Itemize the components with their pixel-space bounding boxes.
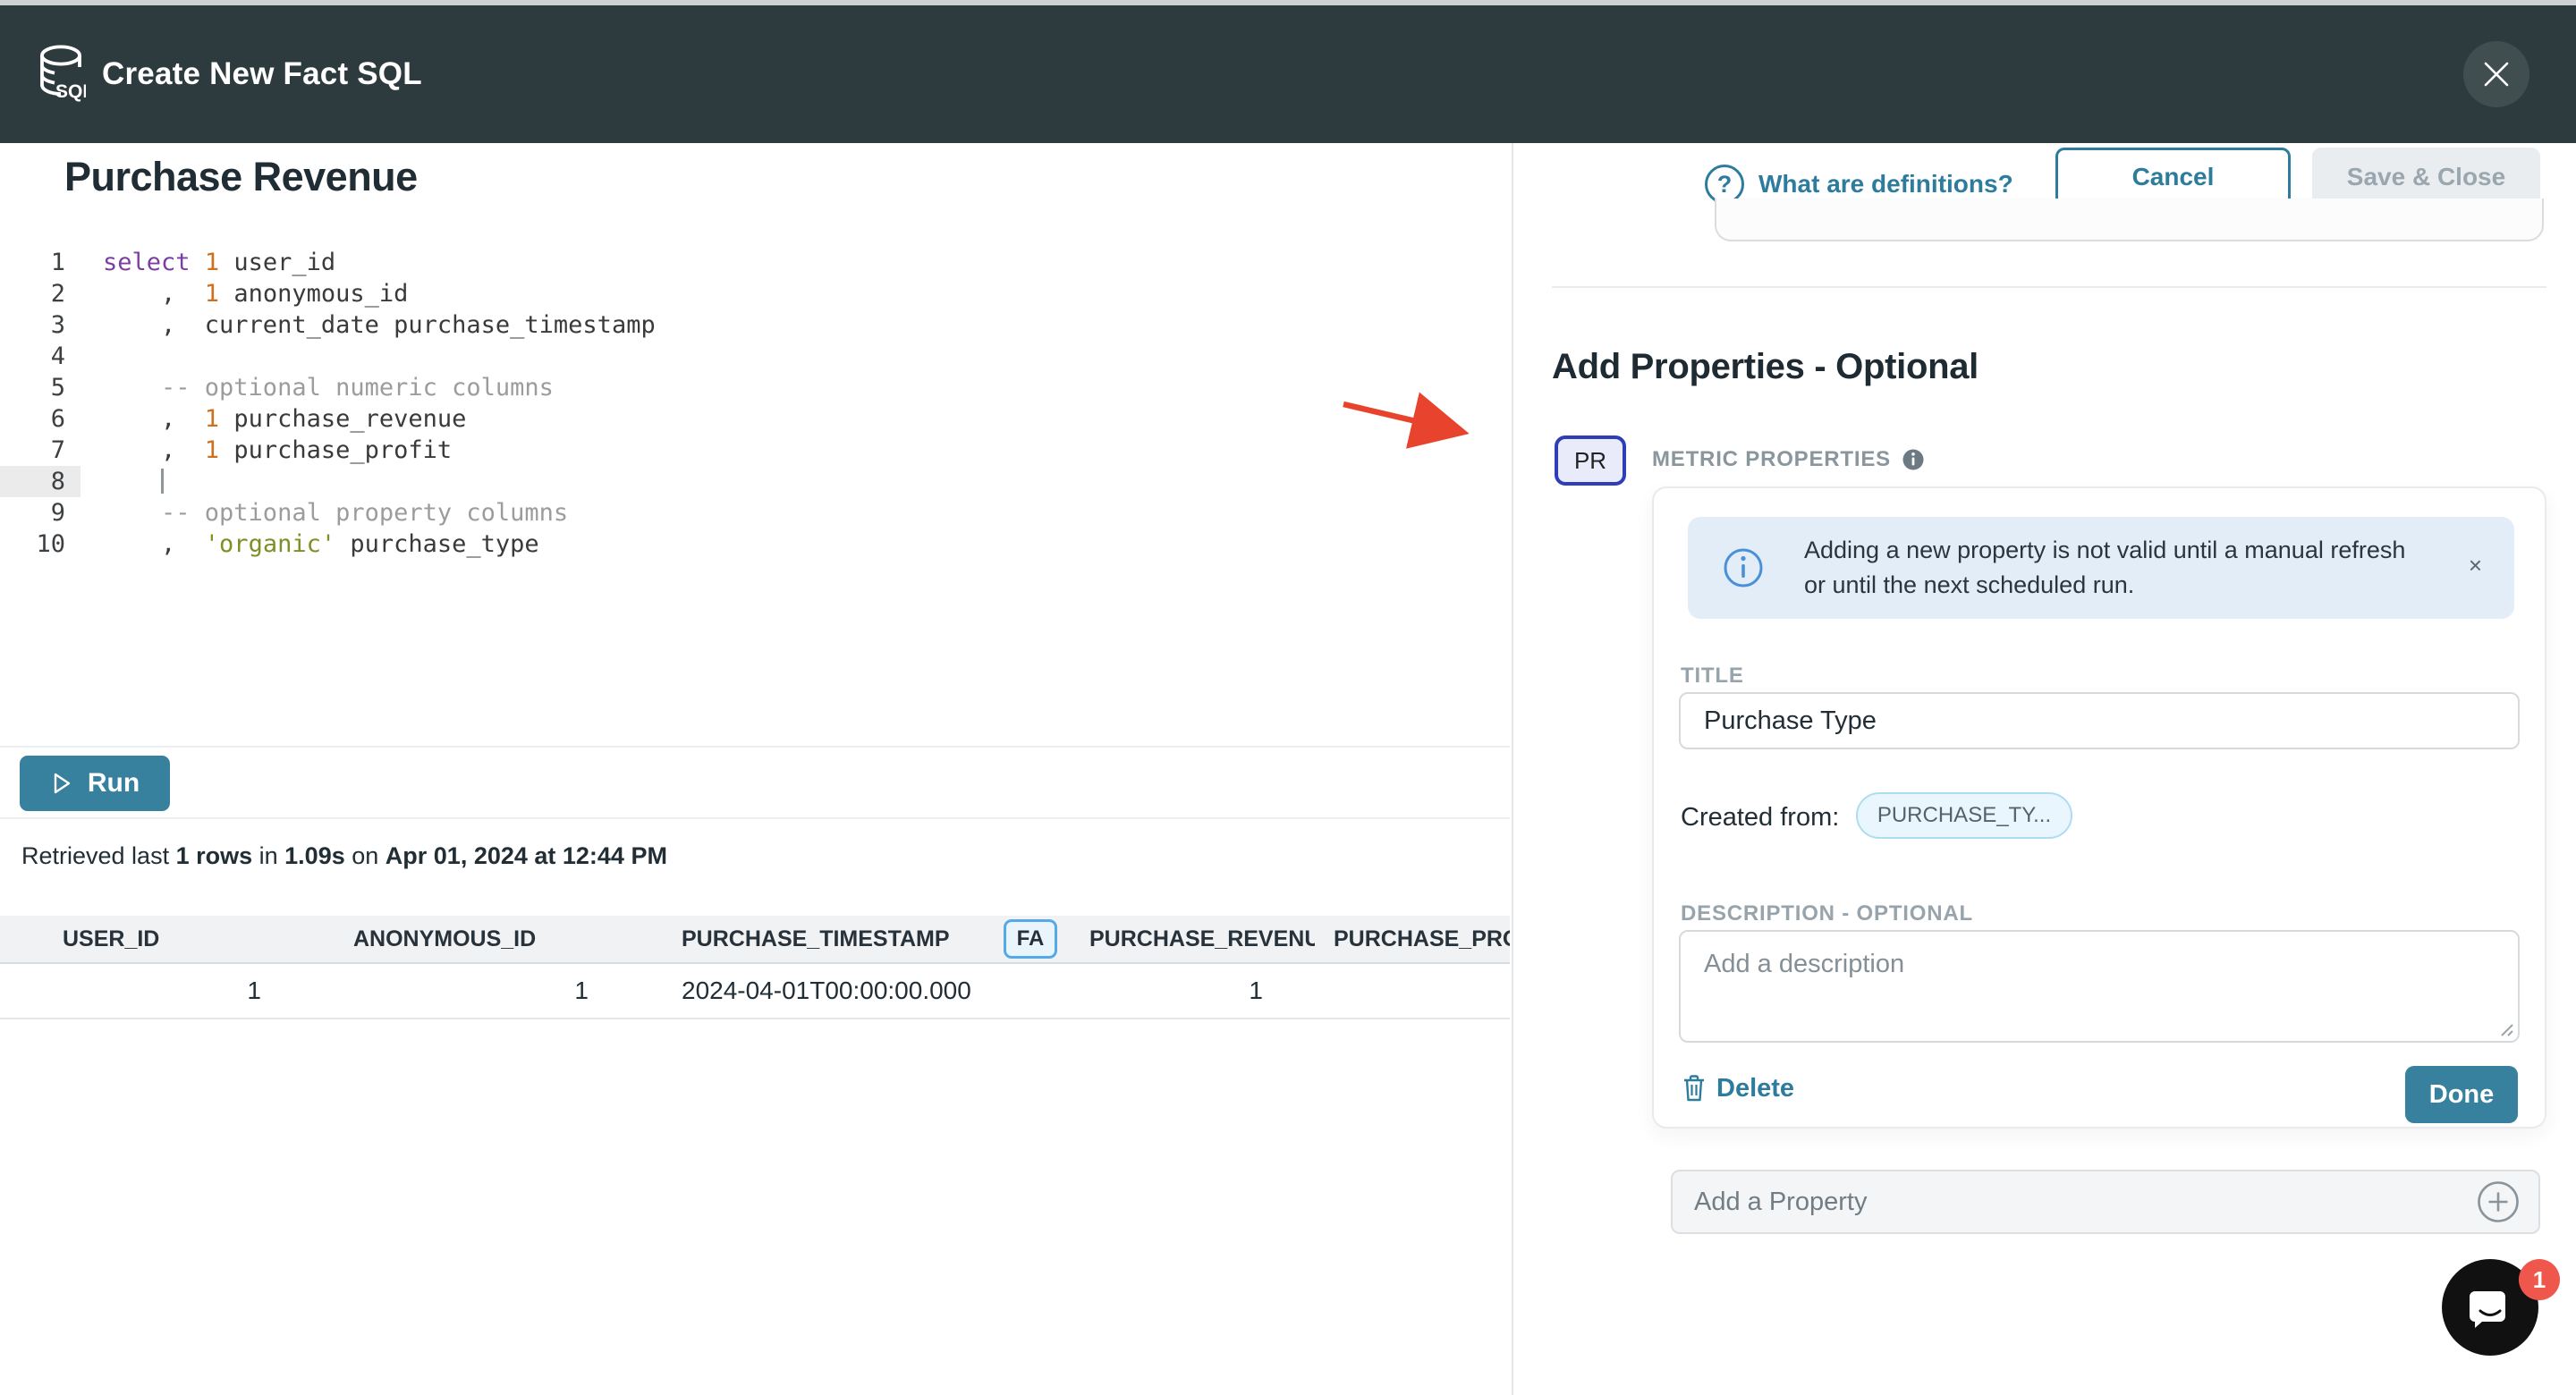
page-title: Purchase Revenue xyxy=(64,154,418,200)
line-number-gutter: 1 2 3 4 5 6 7 8 9 10 xyxy=(0,240,80,746)
close-button[interactable] xyxy=(2463,41,2529,107)
created-from-label: Created from: xyxy=(1681,803,1839,833)
close-icon xyxy=(2481,59,2512,89)
title-label: TITLE xyxy=(1681,664,1744,689)
col-header-purchase-timestamp: PURCHASE_TIMESTAMP xyxy=(603,926,986,952)
code-line: , current_date purchase_timestamp xyxy=(103,309,1510,341)
delete-property-button[interactable]: Delete xyxy=(1681,1073,1794,1103)
status-line: Retrieved last 1 rows in 1.09s on Apr 01… xyxy=(21,842,667,870)
line-number: 2 xyxy=(0,278,80,309)
code-line: -- optional property columns xyxy=(103,497,1510,528)
run-toolbar: Run xyxy=(0,746,1510,819)
line-number: 4 xyxy=(0,341,80,372)
trash-icon xyxy=(1681,1073,1707,1103)
title-input[interactable] xyxy=(1679,692,2520,749)
done-button[interactable]: Done xyxy=(2405,1066,2518,1123)
code-line: , 1 purchase_profit xyxy=(103,435,1510,466)
code-line: , 1 anonymous_id xyxy=(103,278,1510,309)
col-header-purchase-profit: PURCHASE_PRO xyxy=(1315,926,1510,952)
code-line: -- optional numeric columns xyxy=(103,372,1510,403)
cell-user-id: 1 xyxy=(0,976,274,1005)
run-button[interactable]: Run xyxy=(20,756,170,811)
line-number-active: 8 xyxy=(0,466,80,497)
fa-badge[interactable]: FA xyxy=(1004,919,1058,959)
sql-pane: Purchase Revenue 1 2 3 4 5 6 7 8 9 10 se… xyxy=(0,143,1510,1395)
help-label: What are definitions? xyxy=(1758,170,2013,199)
description-label: DESCRIPTION - OPTIONAL xyxy=(1681,901,1973,926)
text-cursor xyxy=(161,469,164,494)
code-line: , 'organic' purchase_type xyxy=(103,528,1510,560)
description-textarea[interactable] xyxy=(1681,932,2518,1041)
created-from-chip[interactable]: PURCHASE_TY... xyxy=(1856,792,2072,839)
info-alert: Adding a new property is not valid until… xyxy=(1688,517,2514,619)
chat-bubble-icon xyxy=(2466,1283,2514,1332)
info-icon[interactable] xyxy=(1902,448,1925,471)
metric-properties-text: METRIC PROPERTIES xyxy=(1652,447,1891,472)
alert-close-icon[interactable]: × xyxy=(2469,554,2482,577)
col-header-purchase-revenue: PURCHASE_REVENU xyxy=(1075,926,1315,952)
property-card: Adding a new property is not valid until… xyxy=(1652,486,2546,1129)
line-number: 7 xyxy=(0,435,80,466)
svg-text:?: ? xyxy=(1717,171,1733,198)
code-line: select 1 user_id xyxy=(103,247,1510,278)
notification-badge: 1 xyxy=(2519,1259,2560,1300)
table-row: 1 1 2024-04-01T00:00:00.000 1 xyxy=(0,964,1510,1019)
create-fact-sql-modal: SQL Create New Fact SQL Purchase Revenue… xyxy=(0,0,2576,1395)
code-line-active xyxy=(103,466,1510,497)
line-number: 3 xyxy=(0,309,80,341)
cell-purchase-revenue: 1 xyxy=(1075,976,1315,1005)
line-number: 5 xyxy=(0,372,80,403)
delete-label: Delete xyxy=(1716,1074,1794,1103)
truncated-field-bottom[interactable] xyxy=(1715,199,2544,241)
svg-text:SQL: SQL xyxy=(55,81,86,102)
col-header-anonymous-id: ANONYMOUS_ID xyxy=(274,926,603,952)
cell-anonymous-id: 1 xyxy=(274,976,603,1005)
info-circle-icon xyxy=(1722,546,1765,589)
line-number: 1 xyxy=(0,247,80,278)
play-icon xyxy=(50,771,73,796)
col-header-user-id: USER_ID xyxy=(0,926,274,952)
line-number: 6 xyxy=(0,403,80,435)
modal-header: SQL Create New Fact SQL xyxy=(0,5,2576,143)
add-property-label: Add a Property xyxy=(1694,1188,2476,1217)
results-table: USER_ID ANONYMOUS_ID PURCHASE_TIMESTAMP … xyxy=(0,916,1510,1019)
description-box xyxy=(1679,930,2520,1043)
modal-title: Create New Fact SQL xyxy=(102,56,422,92)
line-number: 9 xyxy=(0,497,80,528)
alert-message: Adding a new property is not valid until… xyxy=(1804,533,2430,603)
add-properties-heading: Add Properties - Optional xyxy=(1552,347,1979,387)
pr-type-badge: PR xyxy=(1555,435,1626,486)
cell-purchase-timestamp: 2024-04-01T00:00:00.000 xyxy=(603,976,986,1005)
code-line: , 1 purchase_revenue xyxy=(103,403,1510,435)
plus-circle-icon[interactable] xyxy=(2476,1179,2521,1224)
panel-divider xyxy=(1552,286,2546,288)
database-sql-icon: SQL xyxy=(36,44,86,105)
metric-properties-label: METRIC PROPERTIES xyxy=(1652,447,1925,472)
fa-badge-wrap: FA xyxy=(986,919,1075,959)
code-line xyxy=(103,341,1510,372)
sql-code[interactable]: select 1 user_id , 1 anonymous_id , curr… xyxy=(80,240,1510,746)
results-header-row: USER_ID ANONYMOUS_ID PURCHASE_TIMESTAMP … xyxy=(0,916,1510,964)
definitions-panel: ? What are definitions? Cancel Save & Cl… xyxy=(1512,143,2576,1395)
line-number: 10 xyxy=(0,528,80,560)
sql-editor[interactable]: 1 2 3 4 5 6 7 8 9 10 select 1 user_id , … xyxy=(0,240,1510,746)
resize-handle[interactable] xyxy=(2495,1018,2514,1037)
add-property-button[interactable]: Add a Property xyxy=(1671,1170,2540,1234)
